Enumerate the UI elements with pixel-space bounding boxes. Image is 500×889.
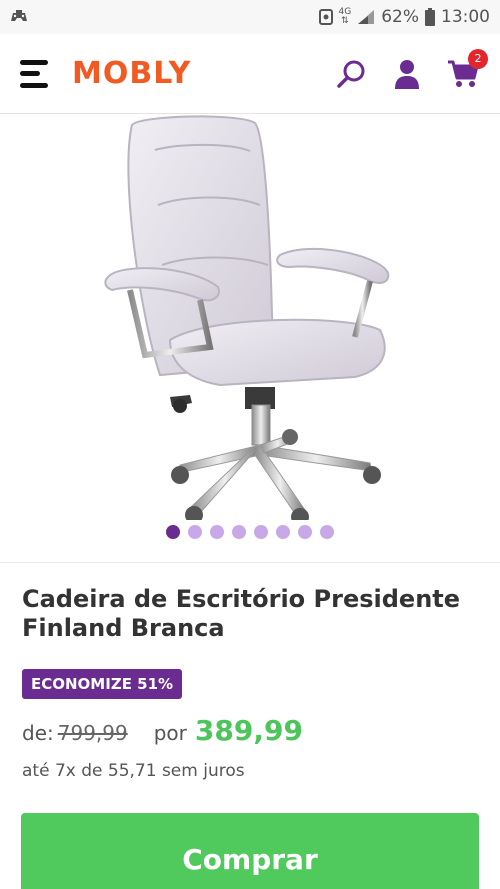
account-button[interactable] (390, 57, 424, 91)
product-gallery[interactable] (0, 115, 500, 563)
product-title: Cadeira de Escritório Presidente Finland… (22, 585, 461, 642)
buy-button[interactable]: Comprar (21, 813, 479, 889)
gallery-dot[interactable] (232, 525, 246, 539)
user-icon (395, 59, 419, 89)
gallery-pagination (0, 525, 500, 539)
office-chair-image (104, 115, 390, 520)
current-price: 389,99 (194, 714, 303, 747)
data-arrows: ⇅ (341, 16, 349, 26)
price-to-label: por (153, 721, 187, 745)
gallery-dot[interactable] (254, 525, 268, 539)
battery-percent: 62% (381, 7, 419, 27)
cart-count-badge: 2 (468, 48, 488, 69)
price-from-label: de: (22, 721, 54, 745)
gallery-dot[interactable] (188, 525, 202, 539)
mobly-logo[interactable]: MOBLY (72, 56, 191, 91)
gallery-dot[interactable] (166, 525, 180, 539)
network-indicator: 4G ⇅ (339, 8, 352, 26)
status-bar: 4G ⇅ 62% 13:00 (0, 0, 500, 34)
screenshot-icon (318, 9, 333, 25)
header-actions: 2 (334, 48, 488, 91)
gallery-dot[interactable] (298, 525, 312, 539)
price-row: de: 799,99 por 389,99 (22, 714, 303, 747)
gallery-dot[interactable] (320, 525, 334, 539)
old-price: 799,99 (57, 721, 128, 745)
app-header: MOBLY 2 (0, 34, 500, 114)
search-icon (337, 60, 365, 88)
status-right: 4G ⇅ 62% 13:00 (318, 7, 490, 27)
search-button[interactable] (334, 57, 368, 91)
cart-button[interactable]: 2 (446, 48, 488, 91)
game-controller-icon (11, 10, 27, 21)
signal-icon (358, 10, 375, 24)
gallery-dot[interactable] (210, 525, 224, 539)
installments-text: até 7x de 55,71 sem juros (22, 761, 245, 781)
hamburger-menu-icon[interactable] (20, 58, 50, 90)
discount-badge: ECONOMIZE 51% (22, 669, 183, 699)
gallery-dot[interactable] (276, 525, 290, 539)
clock: 13:00 (441, 7, 490, 27)
battery-icon (425, 8, 435, 26)
